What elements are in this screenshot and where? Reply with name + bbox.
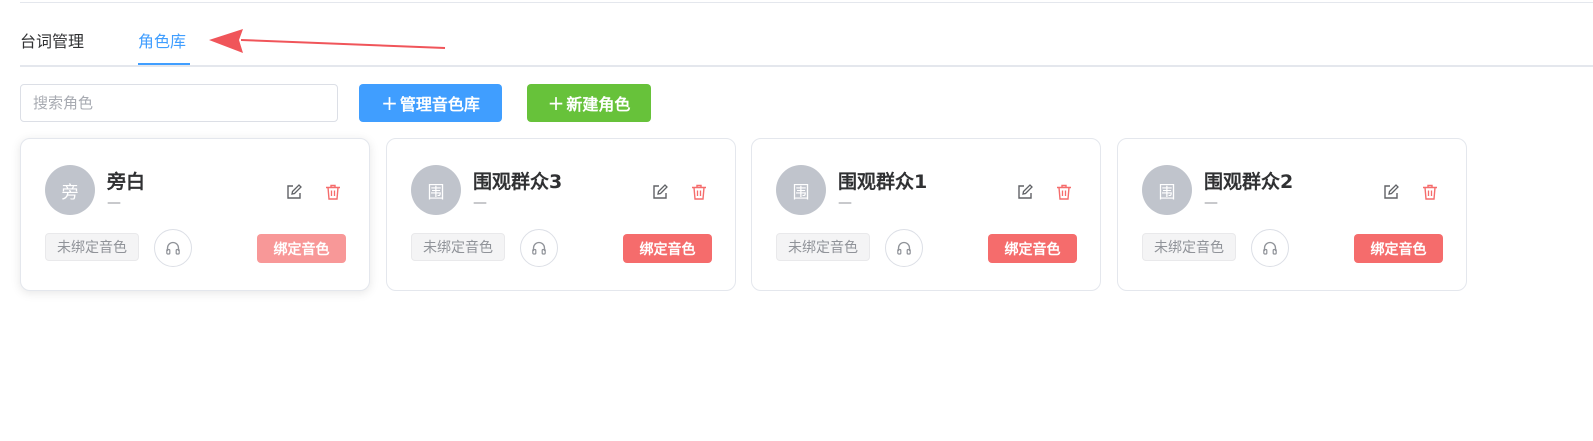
bind-voice-button[interactable]: 绑定音色 [623, 234, 712, 263]
role-name: 围观群众1 [838, 171, 928, 193]
plus-icon: + [381, 91, 398, 115]
edit-icon[interactable] [1016, 183, 1034, 201]
role-card: 围 围观群众1 — 未绑定音色 绑定音色 [751, 138, 1101, 291]
avatar: 围 [411, 165, 461, 215]
role-subtitle: — [838, 195, 852, 211]
voice-status-tag: 未绑定音色 [776, 233, 870, 261]
listen-button[interactable] [885, 229, 923, 267]
bind-voice-button[interactable]: 绑定音色 [988, 234, 1077, 263]
avatar: 围 [1142, 165, 1192, 215]
headphones-icon [532, 241, 546, 255]
headphones-icon [897, 241, 911, 255]
voice-status-tag: 未绑定音色 [1142, 233, 1236, 261]
headphones-icon [1263, 241, 1277, 255]
role-subtitle: — [1204, 195, 1218, 211]
role-card: 围 围观群众3 — 未绑定音色 绑定音色 [386, 138, 736, 291]
annotation-arrow-icon [209, 29, 446, 53]
top-divider [20, 0, 1593, 3]
new-role-button[interactable]: + 新建角色 [527, 84, 651, 122]
role-subtitle: — [107, 195, 121, 211]
role-card: 旁 旁白 — 未绑定音色 绑定音色 [20, 138, 370, 291]
edit-icon[interactable] [651, 183, 669, 201]
role-name: 围观群众3 [473, 171, 563, 193]
listen-button[interactable] [1251, 229, 1289, 267]
new-role-label: 新建角色 [566, 95, 631, 114]
plus-icon: + [547, 91, 565, 115]
delete-icon[interactable] [1421, 183, 1439, 201]
tab-script-management[interactable]: 台词管理 [20, 32, 84, 52]
edit-icon[interactable] [285, 183, 303, 201]
active-tab-indicator [138, 63, 190, 65]
avatar: 围 [776, 165, 826, 215]
delete-icon[interactable] [1055, 183, 1073, 201]
listen-button[interactable] [520, 229, 558, 267]
manage-voice-library-label: 管理音色库 [399, 95, 480, 114]
avatar: 旁 [45, 165, 95, 215]
role-card: 围 围观群众2 — 未绑定音色 绑定音色 [1117, 138, 1467, 291]
voice-status-tag: 未绑定音色 [45, 233, 139, 261]
edit-icon[interactable] [1382, 183, 1400, 201]
bind-voice-button[interactable]: 绑定音色 [257, 234, 346, 263]
delete-icon[interactable] [690, 183, 708, 201]
search-input[interactable] [20, 84, 338, 122]
bind-voice-button[interactable]: 绑定音色 [1354, 234, 1443, 263]
tab-role-library[interactable]: 角色库 [138, 32, 186, 52]
delete-icon[interactable] [324, 183, 342, 201]
manage-voice-library-button[interactable]: + 管理音色库 [359, 84, 502, 122]
role-name: 旁白 [107, 171, 146, 193]
listen-button[interactable] [154, 229, 192, 267]
headphones-icon [166, 241, 180, 255]
voice-status-tag: 未绑定音色 [411, 233, 505, 261]
role-subtitle: — [473, 195, 487, 211]
role-name: 围观群众2 [1204, 171, 1294, 193]
